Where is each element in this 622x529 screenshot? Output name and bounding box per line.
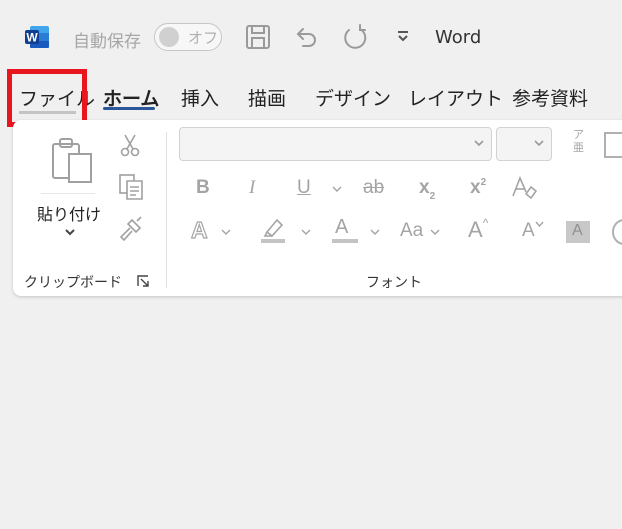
paste-icon[interactable] [50, 136, 94, 186]
underline-button[interactable]: U [297, 177, 311, 199]
active-tab-underline [103, 107, 155, 110]
font-group-label: フォント [366, 275, 422, 291]
character-shading-glyph: A [572, 222, 583, 239]
autosave-toggle[interactable]: オフ [154, 23, 222, 51]
toggle-knob [159, 27, 179, 47]
font-color-chevron-down-icon[interactable] [370, 229, 380, 236]
paste-dropdown-icon[interactable] [64, 228, 76, 236]
font-name-combobox[interactable] [179, 127, 492, 161]
highlight-color-icon[interactable] [259, 216, 287, 244]
cut-icon[interactable] [118, 132, 142, 158]
clear-formatting-icon[interactable] [510, 174, 538, 202]
paste-label[interactable]: 貼り付け [37, 201, 101, 225]
tab-insert[interactable]: 挿入 [181, 84, 219, 111]
tab-draw[interactable]: 描画 [248, 84, 286, 111]
underline-chevron-down-icon[interactable] [332, 186, 342, 193]
font-size-combobox[interactable] [496, 127, 552, 161]
format-painter-icon[interactable] [118, 216, 144, 242]
strikethrough-button[interactable]: ab [363, 177, 384, 199]
ribbon-tabs: ファイル ホーム 挿入 描画 デザイン レイアウト 参考資料 [0, 70, 622, 124]
svg-text:W: W [26, 31, 38, 45]
font-size-chevron-down-icon [534, 140, 544, 147]
phonetic-guide-button[interactable]: ア 亜 [573, 128, 584, 154]
shrink-font-chevron-icon [535, 221, 544, 227]
grow-font-button[interactable]: A^ [468, 216, 489, 243]
change-case-button[interactable]: Aa [400, 220, 423, 242]
shrink-font-glyph: A [522, 220, 535, 241]
autosave-label: 自動保存 [73, 32, 141, 52]
grow-font-glyph: A [468, 217, 483, 242]
font-color-glyph: A [335, 216, 349, 238]
subscript-mark: 2 [429, 191, 436, 202]
tab-design[interactable]: デザイン [315, 84, 391, 111]
superscript-button[interactable]: x2 [470, 177, 486, 199]
shrink-font-button[interactable]: A [522, 220, 544, 242]
superscript-base: x [470, 177, 481, 198]
tab-references[interactable]: 参考資料 [512, 84, 588, 111]
customize-toolbar-icon[interactable] [396, 30, 410, 42]
superscript-mark: 2 [480, 177, 487, 188]
copy-icon[interactable] [118, 173, 144, 201]
text-effects-chevron-down-icon[interactable] [221, 229, 231, 236]
font-name-chevron-down-icon [474, 140, 484, 147]
file-tab-highlight-box [7, 69, 87, 127]
font-color-button[interactable]: A [331, 216, 359, 244]
highlight-chevron-down-icon[interactable] [301, 229, 311, 236]
text-effects-button[interactable]: A [190, 216, 208, 244]
change-case-chevron-down-icon[interactable] [430, 229, 440, 236]
grow-font-caret-icon: ^ [482, 216, 489, 230]
paste-divider [41, 193, 95, 194]
phonetic-top: ア [573, 128, 584, 141]
autosave-state: オフ [188, 29, 219, 47]
undo-icon[interactable] [291, 22, 321, 52]
italic-button[interactable]: I [249, 177, 255, 199]
title-bar: W 自動保存 オフ Word [0, 0, 622, 70]
clipboard-dialog-launcher-icon[interactable] [136, 274, 150, 288]
word-logo-icon: W [24, 24, 50, 50]
font-color-bar [332, 239, 358, 243]
bold-button[interactable]: B [196, 177, 210, 199]
subscript-button[interactable]: x2 [419, 177, 436, 202]
subscript-base: x [419, 177, 430, 198]
app-name: Word [435, 27, 482, 48]
enclose-characters-icon[interactable] [604, 132, 622, 158]
save-icon[interactable] [243, 22, 273, 52]
group-separator [166, 132, 167, 288]
character-shading-button[interactable]: A [566, 221, 590, 243]
tab-layout[interactable]: レイアウト [408, 84, 503, 111]
clipboard-group-label: クリップボード [24, 275, 122, 291]
redo-icon[interactable] [340, 22, 370, 52]
phonetic-bottom: 亜 [573, 141, 584, 154]
